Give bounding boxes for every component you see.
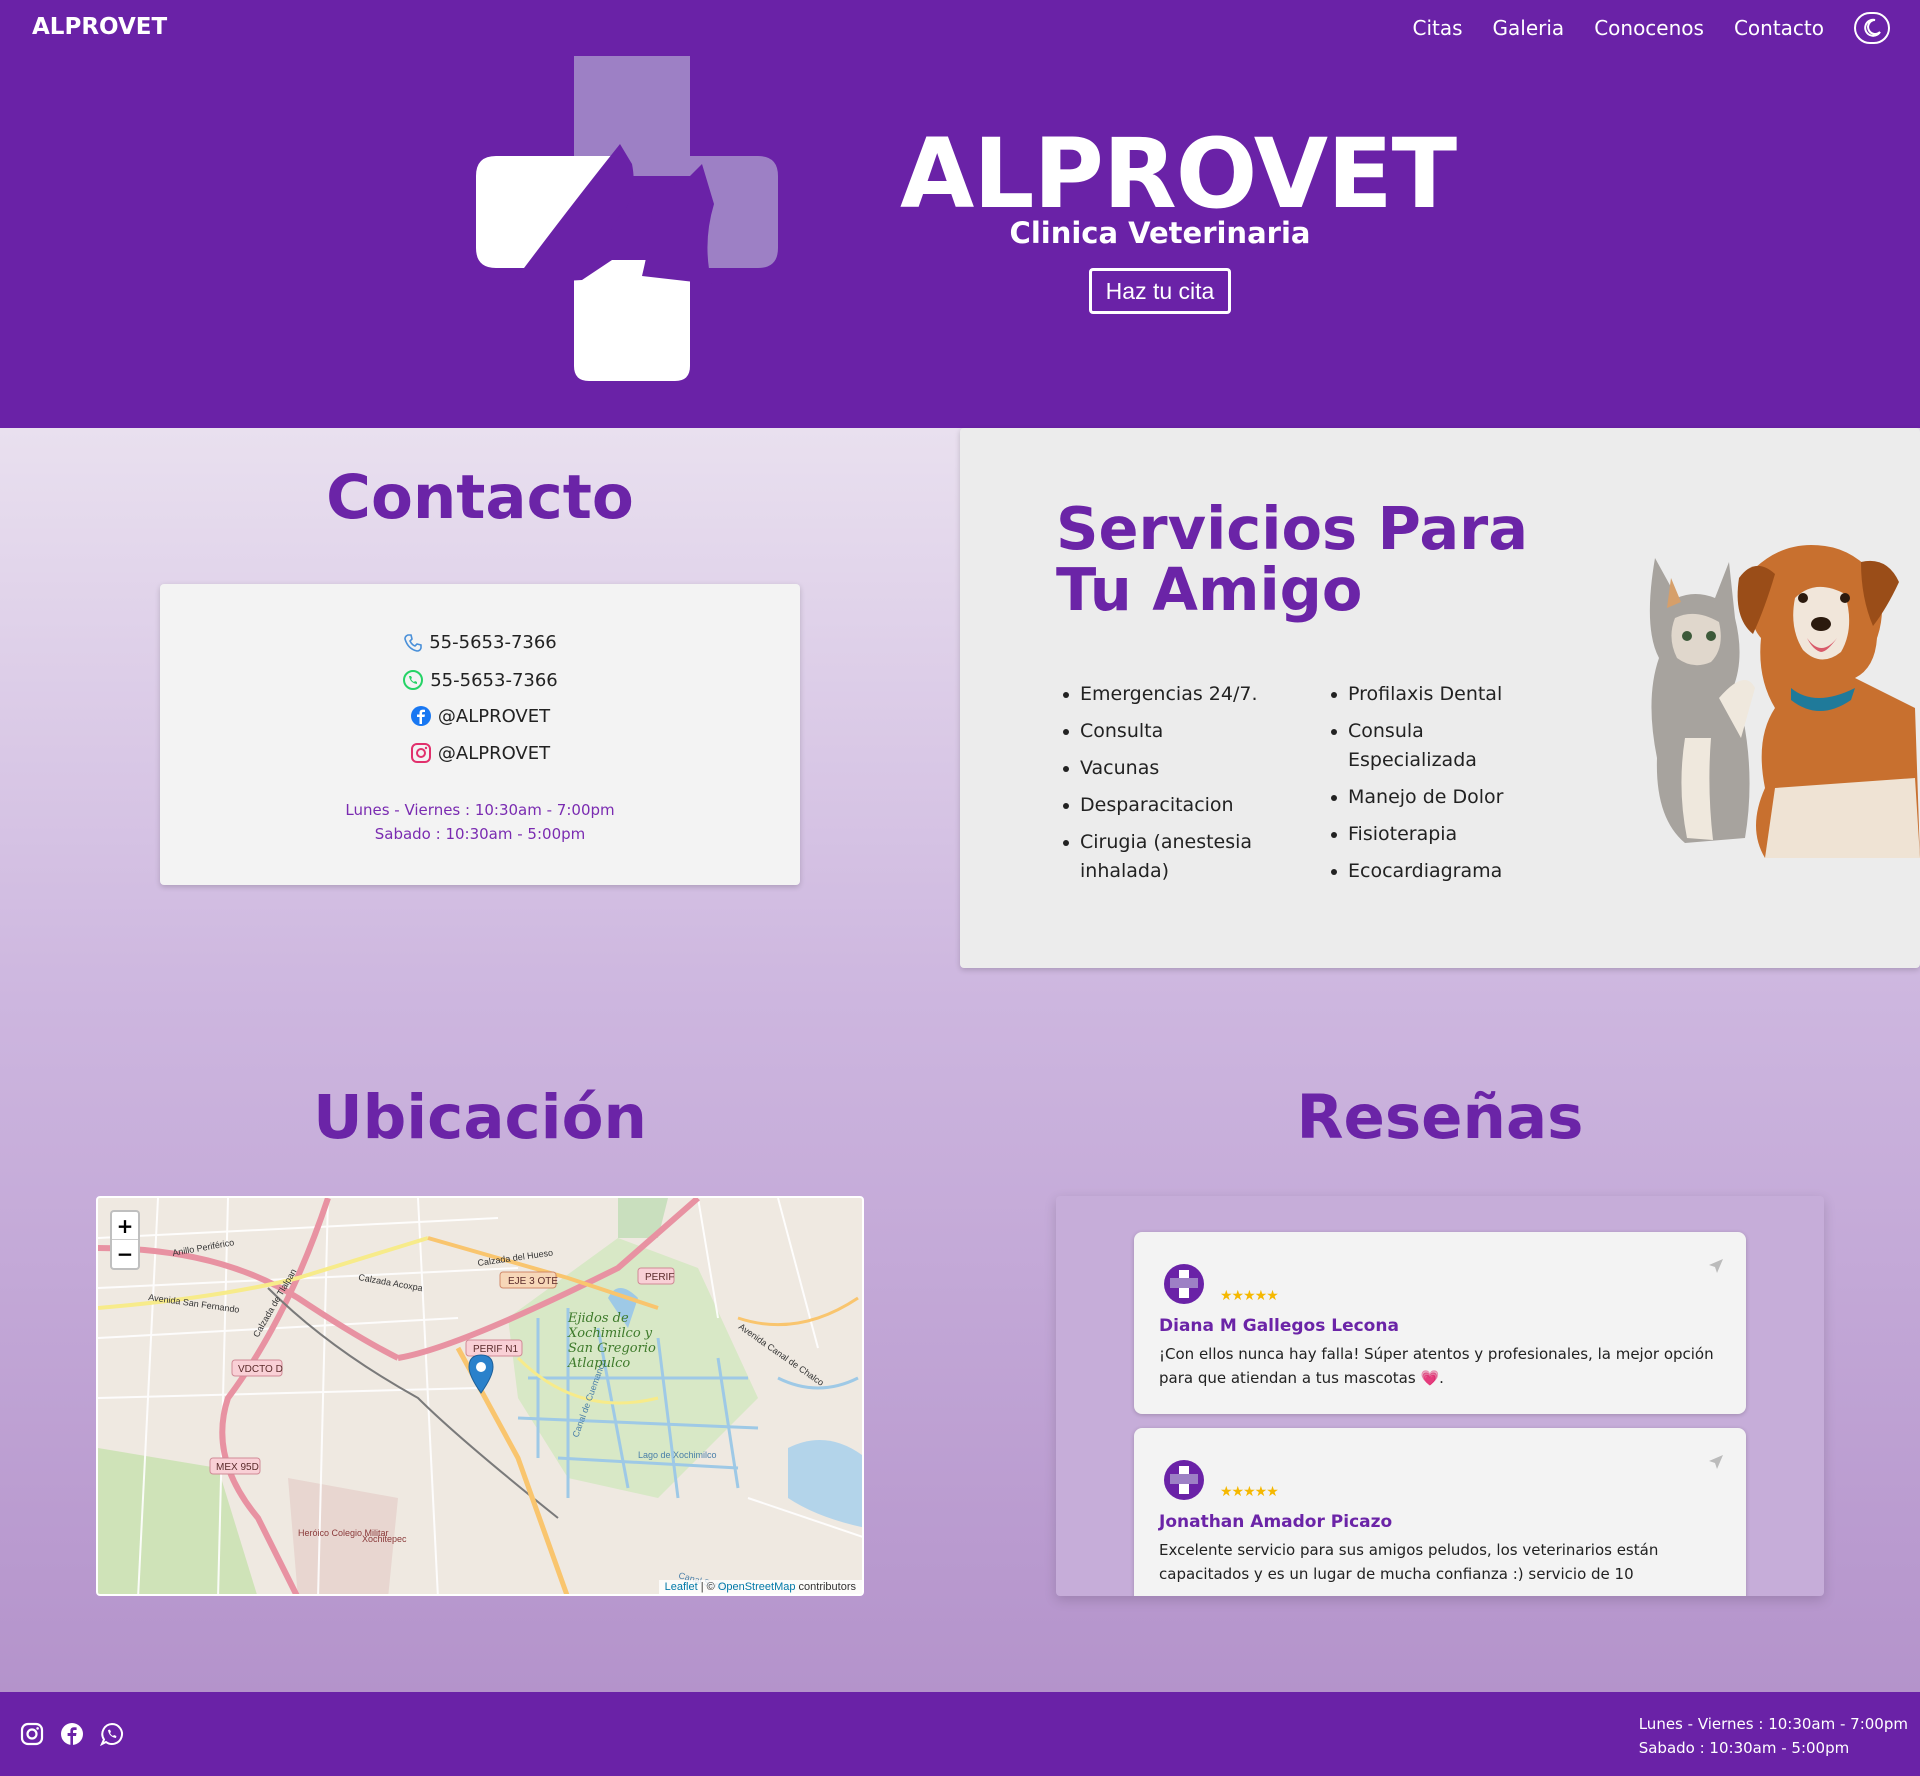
contact-card: 55-5653-7366 55-5653-7366 @ALPROVET @ALP… (160, 584, 800, 885)
hours-saturday: Sabado : 10:30am - 5:00pm (374, 825, 586, 843)
service-item: Consulta (1060, 717, 1310, 746)
leaflet-link[interactable]: Leaflet (665, 1581, 698, 1593)
nav-link-contacto[interactable]: Contacto (1734, 16, 1824, 40)
reviewer-avatar (1164, 1264, 1204, 1304)
contact-facebook[interactable]: @ALPROVET (160, 705, 800, 727)
hours-weekday: Lunes - Viernes : 10:30am - 7:00pm (345, 801, 615, 819)
contact-title: Contacto (326, 462, 634, 533)
map-label-eje3: EJE 3 OTE (508, 1276, 558, 1287)
attribution-tail: contributors (795, 1581, 856, 1593)
footer-hours-weekday: Lunes - Viernes : 10:30am - 7:00pm (1638, 1715, 1908, 1733)
book-appointment-button[interactable]: Haz tu cita (1089, 268, 1231, 314)
services-title: Servicios Para Tu Amigo (1056, 494, 1529, 624)
share-icon[interactable] (1708, 1454, 1724, 1470)
share-icon[interactable] (1708, 1258, 1724, 1274)
service-item: Profilaxis Dental (1328, 680, 1578, 709)
attribution-separator: | © (697, 1581, 718, 1593)
moon-icon (1864, 18, 1881, 37)
reviewer-avatar (1164, 1460, 1204, 1500)
phone-number: 55-5653-7366 (429, 632, 557, 653)
reviewer-name: Jonathan Amador Picazo (1159, 1512, 1393, 1532)
review-card: ★★★★★ Jonathan Amador Picazo Excelente s… (1134, 1428, 1746, 1596)
map-tiles: EJE 3 OTE PERIF PERIF N1 VDCTO D MEX 95D… (98, 1198, 862, 1594)
instagram-icon[interactable] (20, 1722, 44, 1746)
service-item: Cirugia (anestesia inhalada) (1060, 828, 1260, 886)
map-widget[interactable]: EJE 3 OTE PERIF PERIF N1 VDCTO D MEX 95D… (96, 1196, 864, 1596)
cat-and-dog-image (1649, 544, 1920, 858)
instagram-handle: @ALPROVET (437, 742, 551, 764)
instagram-icon (410, 743, 431, 763)
reviews-title: Reseñas (1296, 1082, 1584, 1153)
map-label-xochitepec: Xochitepec (362, 1534, 407, 1544)
review-text: Excelente servicio para sus amigos pelud… (1159, 1541, 1659, 1583)
theme-toggle-button[interactable] (1854, 12, 1890, 44)
zoom-in-button[interactable]: + (112, 1212, 138, 1240)
review-text: ¡Con ellos nunca hay falla! Súper atento… (1159, 1345, 1714, 1387)
contact-hours: Lunes - Viernes : 10:30am - 7:00pm Sabad… (160, 798, 800, 846)
whatsapp-icon[interactable] (99, 1722, 124, 1747)
review-card: ★★★★★ Diana M Gallegos Lecona ¡Con ellos… (1134, 1232, 1746, 1414)
reviewer-name: Diana M Gallegos Lecona (1159, 1316, 1399, 1336)
review-stars: ★★★★★ (1220, 1484, 1279, 1500)
facebook-icon[interactable] (60, 1722, 84, 1746)
brand-link[interactable]: ALPROVET (32, 14, 167, 40)
hero-title: ALPROVET (900, 118, 1457, 230)
map-label-mex95: MEX 95D (216, 1462, 259, 1473)
facebook-icon (410, 706, 431, 726)
service-item: Fisioterapia (1328, 820, 1578, 849)
map-label-perif: PERIF (645, 1272, 674, 1283)
nav-link-conocenos[interactable]: Conocenos (1594, 16, 1704, 40)
review-stars: ★★★★★ (1220, 1288, 1279, 1304)
service-item: Emergencias 24/7. (1060, 680, 1310, 709)
facebook-handle: @ALPROVET (437, 705, 551, 727)
footer: Lunes - Viernes : 10:30am - 7:00pm Sabad… (0, 1692, 1920, 1776)
location-title: Ubicación (313, 1082, 647, 1153)
nav-link-citas[interactable]: Citas (1412, 16, 1462, 40)
map-label-lago: Lago de Xochimilco (638, 1450, 717, 1460)
footer-hours-saturday: Sabado : 10:30am - 5:00pm (1638, 1739, 1850, 1757)
services-list-2: Profilaxis Dental Consula Especializada … (1328, 680, 1578, 894)
contact-instagram[interactable]: @ALPROVET (160, 742, 800, 764)
phone-icon (404, 633, 423, 652)
map-attribution: Leaflet | © OpenStreetMap contributors (658, 1580, 862, 1594)
service-item: Consula Especializada (1328, 717, 1508, 775)
services-card: Servicios Para Tu Amigo Emergencias 24/7… (960, 428, 1920, 968)
service-item: Manejo de Dolor (1328, 783, 1578, 812)
service-item: Ecocardiagrama (1328, 857, 1578, 886)
contact-whatsapp[interactable]: 55-5653-7366 (160, 669, 800, 691)
osm-link[interactable]: OpenStreetMap (718, 1581, 796, 1593)
service-item: Vacunas (1060, 754, 1310, 783)
map-marker-icon[interactable] (468, 1354, 494, 1394)
clinic-logo (476, 56, 778, 381)
map-label-vdcto: VDCTO D (238, 1364, 283, 1375)
footer-hours: Lunes - Viernes : 10:30am - 7:00pm Sabad… (1639, 1712, 1908, 1760)
map-zoom-control: + − (110, 1210, 140, 1270)
whatsapp-number: 55-5653-7366 (430, 669, 558, 691)
zoom-out-button[interactable]: − (112, 1240, 138, 1268)
nav-link-galeria[interactable]: Galeria (1493, 16, 1565, 40)
hero-banner: ALPROVET Citas Galeria Conocenos Contact… (0, 0, 1920, 428)
reviews-panel[interactable]: ★★★★★ Diana M Gallegos Lecona ¡Con ellos… (1056, 1196, 1824, 1596)
nav-menu: Citas Galeria Conocenos Contacto (1412, 12, 1890, 44)
hero-subtitle: Clinica Veterinaria (1009, 216, 1311, 250)
service-item: Desparacitacion (1060, 791, 1310, 820)
services-list-1: Emergencias 24/7. Consulta Vacunas Despa… (1060, 680, 1310, 894)
contact-phone[interactable]: 55-5653-7366 (160, 632, 800, 653)
whatsapp-icon (403, 670, 424, 690)
footer-social-links (20, 1722, 124, 1747)
